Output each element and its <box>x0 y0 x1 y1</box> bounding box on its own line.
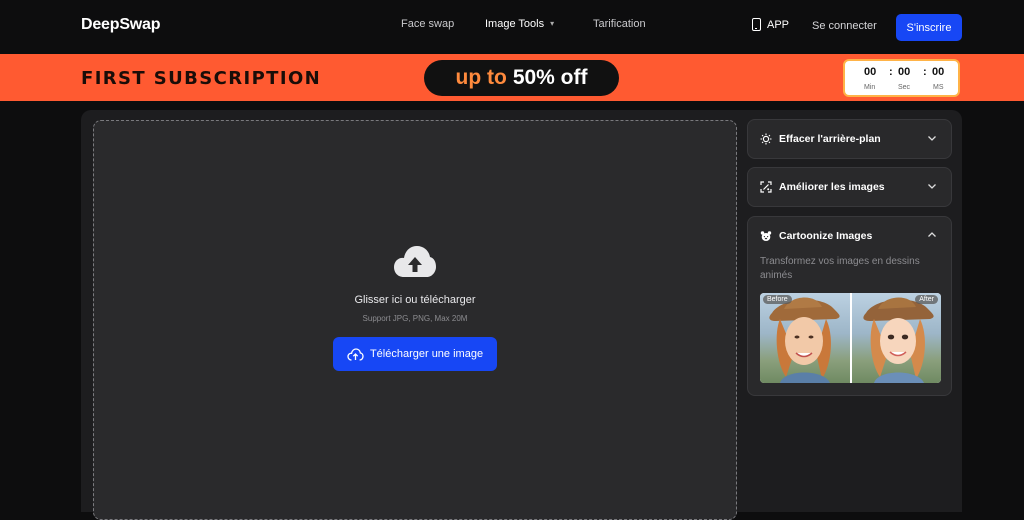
logo[interactable]: DeepSwap <box>81 16 161 34</box>
timer-sec-label: Sec <box>898 84 911 91</box>
cloud-upload-icon <box>347 347 364 361</box>
before-after-preview: Before After <box>760 293 941 383</box>
timer-ms-label: MS <box>933 84 944 91</box>
top-navbar: DeepSwap Face swap Image Tools ▾ Tarifica… <box>0 0 1024 54</box>
after-image: After <box>851 293 941 383</box>
after-label: After <box>915 295 938 304</box>
login-link[interactable]: Se connecter <box>812 20 877 32</box>
tool-header: Cartoonize Images <box>760 217 872 255</box>
nav-image-tools-label: Image Tools <box>485 18 545 30</box>
tool-description: Transformez vos images en dessins animés <box>760 256 920 281</box>
upload-title: Glisser ici ou télécharger <box>354 294 476 306</box>
tool-remove-background[interactable]: Effacer l'arrière-plan <box>747 119 952 159</box>
portrait-before <box>769 297 840 383</box>
sun-icon <box>760 133 772 145</box>
promo-banner[interactable]: FIRST SUBSCRIPTION up to 50% off 00 : 00… <box>0 54 1024 101</box>
upload-button-label: Télécharger une image <box>369 348 484 360</box>
timer-seconds: 00 <box>898 66 911 78</box>
cloud-upload-icon <box>394 246 436 277</box>
app-link[interactable]: APP <box>752 18 789 31</box>
tool-header: Améliorer les images <box>760 168 885 206</box>
promo-discount-pill: up to 50% off <box>424 60 619 96</box>
nav-face-swap[interactable]: Face swap <box>401 18 454 30</box>
chevron-down-icon[interactable] <box>927 133 937 143</box>
promo-discount: 50% off <box>512 66 588 89</box>
enhance-icon <box>760 181 772 193</box>
phone-icon <box>752 18 761 31</box>
tool-cartoonize-images[interactable]: Cartoonize Images Transformez vos images… <box>747 216 952 396</box>
before-label: Before <box>763 295 792 304</box>
timer-ms: 00 <box>932 66 945 78</box>
promo-title: FIRST SUBSCRIPTION <box>81 68 322 89</box>
nav-image-tools[interactable]: Image Tools ▾ <box>485 18 554 30</box>
portrait-after <box>862 297 934 383</box>
nav-pricing[interactable]: Tarification <box>593 18 646 30</box>
promo-up-to: up to <box>455 66 507 89</box>
upload-image-button[interactable]: Télécharger une image <box>333 337 497 371</box>
signup-button[interactable]: S'inscrire <box>896 14 962 41</box>
timer-separator: : <box>923 66 927 78</box>
countdown-timer: 00 : 00 : 00 Min Sec MS <box>843 59 960 97</box>
chevron-down-icon[interactable] <box>927 181 937 191</box>
tool-label: Cartoonize Images <box>779 230 873 242</box>
tool-header: Effacer l'arrière-plan <box>760 120 881 158</box>
timer-min-label: Min <box>864 84 876 91</box>
chevron-down-icon: ▾ <box>550 19 555 28</box>
timer-minutes: 00 <box>864 66 877 78</box>
tool-enhance-images[interactable]: Améliorer les images <box>747 167 952 207</box>
before-image: Before <box>760 293 850 383</box>
app-label: APP <box>767 18 790 31</box>
upload-support-text: Support JPG, PNG, Max 20M <box>362 314 468 323</box>
timer-separator: : <box>889 66 893 78</box>
tool-label: Effacer l'arrière-plan <box>779 133 881 145</box>
bear-icon <box>760 231 772 241</box>
tool-label: Améliorer les images <box>779 181 885 193</box>
chevron-up-icon[interactable] <box>927 230 937 240</box>
